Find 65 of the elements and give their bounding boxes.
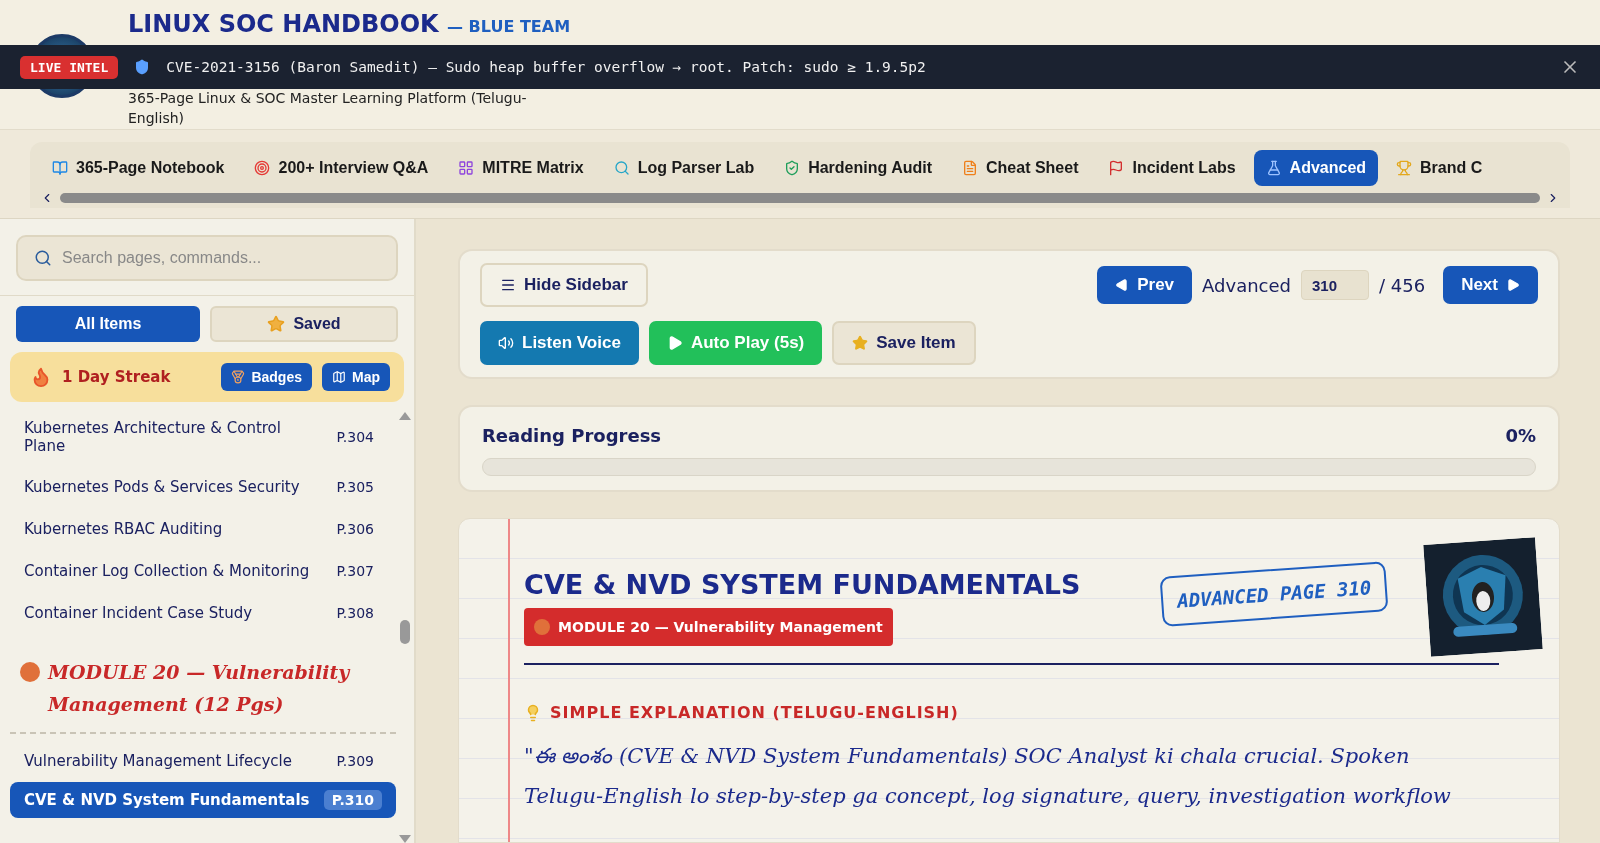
live-intel-badge: LIVE INTEL (20, 55, 119, 79)
page-list-item[interactable]: Kubernetes Pods & Services Security P.305 (10, 466, 396, 508)
section-label: Advanced (1202, 274, 1291, 296)
nav-tab[interactable]: Cheat Sheet (950, 150, 1091, 186)
badges-button[interactable]: Badges (221, 363, 312, 391)
nav-tab[interactable]: MITRE Matrix (446, 150, 596, 186)
left-triangle-icon (1115, 278, 1130, 292)
nav-tab[interactable]: Advanced (1253, 150, 1379, 186)
book-icon (52, 160, 68, 176)
progress-reading: 0% (1505, 425, 1536, 446)
medal-icon (231, 370, 246, 384)
flask-icon (1265, 160, 1282, 176)
filter-tab[interactable]: All Items (16, 306, 200, 342)
nav-tab[interactable]: 365-Page Notebook (40, 150, 237, 186)
search-icon (34, 249, 52, 267)
search-icon (613, 160, 630, 176)
explanation-text: "ఈ అంశం (CVE & NVD System Fundamentals) SOC Analyst ki chala crucial. Spoken Telugu-English lo step-by-step ga concept, log signature, query, investigation workflow (524, 743, 1452, 810)
next-button[interactable]: Next (1443, 266, 1538, 304)
scrollbar-thumb[interactable] (60, 193, 1540, 203)
star-icon (267, 315, 286, 333)
page-number-field[interactable]: 310 (1301, 270, 1369, 300)
prev-button[interactable]: Prev (1097, 266, 1193, 304)
filter-tab[interactable]: Saved (210, 306, 398, 342)
nav-tab[interactable]: Hardening Audit (772, 150, 944, 186)
page-list-item[interactable]: Vulnerability Management Lifecycle P.309 (10, 740, 396, 782)
listen-voice-button[interactable]: Listen Voice (480, 321, 639, 365)
save-item-button[interactable]: Save Item (832, 321, 976, 365)
ticker-text: CVE-2021-3156 (Baron Samedit) — Sudo heap buffer overflow → root. Patch: sudo ≥ 1.9.5p2 (166, 59, 927, 75)
target-icon (254, 160, 271, 176)
nav-tab[interactable]: Log Parser Lab (601, 150, 767, 186)
right-triangle-icon (1506, 278, 1520, 292)
progress-label: Reading Progress (482, 425, 662, 446)
page-stamp: ADVANCED PAGE 310 (1159, 561, 1389, 627)
document-icon (962, 160, 978, 176)
scrollbar-thumb[interactable] (400, 620, 410, 644)
hide-sidebar-button[interactable]: Hide Sidebar (480, 263, 648, 307)
module-badge: MODULE 20 — Vulnerability Management (524, 608, 893, 646)
flag-icon (1108, 160, 1125, 176)
speaker-icon (498, 335, 514, 351)
map-icon (332, 370, 346, 384)
map-button[interactable]: Map (322, 363, 390, 391)
page-list-item[interactable]: Container Incident Case Study P.308 (10, 592, 396, 634)
nav-tab[interactable]: Brand C (1384, 150, 1495, 186)
trophy-icon (1396, 160, 1413, 176)
scroll-down-icon[interactable] (399, 835, 411, 843)
menu-icon (500, 277, 516, 293)
search-field[interactable]: Search pages, commands... (16, 235, 398, 281)
app-title: LINUX SOC HANDBOOK — BLUE TEAM (128, 10, 571, 38)
app-subtitle: 365-Page Linux & SOC Master Learning Platform (Telugu-English) (128, 89, 528, 128)
section-heading: SIMPLE EXPLANATION (TELUGU-ENGLISH) (524, 703, 1535, 722)
page-title: CVE & NVD SYSTEM FUNDAMENTALS (524, 569, 1081, 600)
grid-icon (458, 160, 475, 176)
page-list-item[interactable]: Container Log Collection & Monitoring P.307 (10, 550, 396, 592)
shield-icon (134, 59, 151, 75)
nav-tab[interactable]: 200+ Interview Q&A (242, 150, 441, 186)
streak-label: 1 Day Streak (62, 368, 172, 386)
page-list-item[interactable]: Kubernetes Architecture & Control Plane P.304 (10, 408, 396, 466)
star-icon (852, 335, 869, 351)
module-heading: MODULE 20 — Vulnerability Management (12 Pgs) (10, 634, 396, 734)
shield-icon (784, 160, 801, 176)
page-list-item[interactable]: Kubernetes RBAC Auditing P.306 (10, 508, 396, 550)
nav-tab[interactable]: Incident Labs (1096, 150, 1248, 186)
page-list-item[interactable]: CVE & NVD System Fundamentals P.310 (10, 782, 396, 818)
page-total: / 456 (1379, 274, 1426, 296)
scroll-up-icon[interactable] (399, 412, 411, 420)
